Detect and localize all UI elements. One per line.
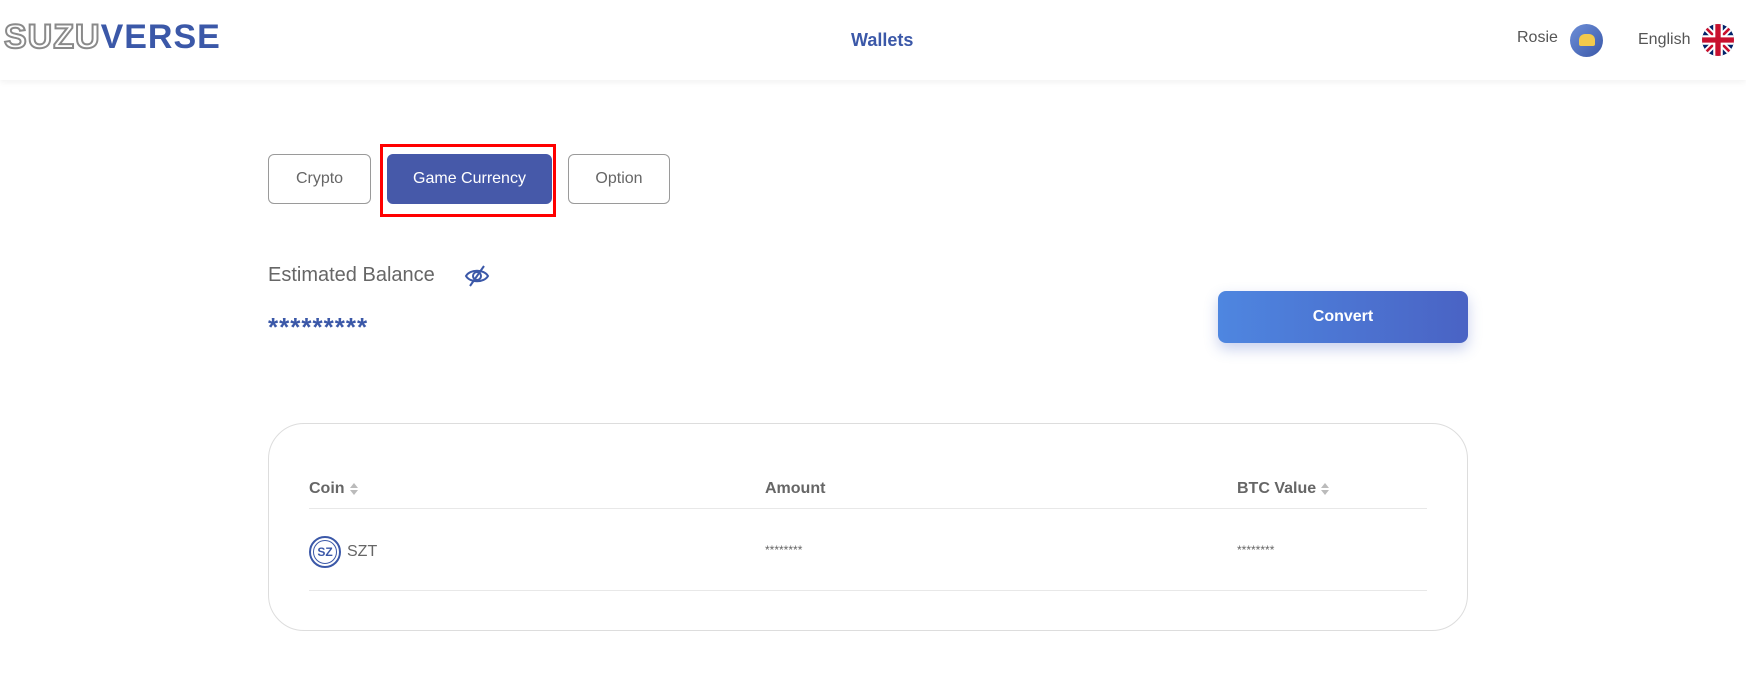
- uk-flag-icon: [1702, 24, 1735, 56]
- logo-text-verse: VERSE: [100, 18, 221, 56]
- sort-icon[interactable]: [1321, 483, 1330, 495]
- sort-icon[interactable]: [349, 483, 358, 495]
- coin-symbol: SZT: [347, 543, 378, 560]
- user-menu[interactable]: Rosie: [1517, 24, 1603, 57]
- header-divider: [309, 508, 1427, 509]
- column-header-amount: Amount: [765, 480, 825, 498]
- column-header-coin[interactable]: Coin: [309, 480, 358, 498]
- column-header-btc-value[interactable]: BTC Value: [1237, 480, 1330, 498]
- btc-value: ********: [1237, 543, 1275, 557]
- amount-value: ********: [765, 543, 803, 557]
- eye-hidden-icon[interactable]: [464, 263, 490, 294]
- selection-highlight: [380, 144, 556, 217]
- coin-header-label: Coin: [309, 480, 345, 497]
- user-name: Rosie: [1517, 28, 1558, 46]
- estimated-balance-value: *********: [268, 312, 369, 342]
- avatar[interactable]: [1569, 24, 1603, 57]
- table-row-coin-cell: SZ SZT: [309, 536, 377, 568]
- tab-option[interactable]: Option: [568, 154, 670, 204]
- estimated-balance-label: Estimated Balance: [268, 264, 435, 286]
- top-header: SUZUVERSE Wallets Rosie English: [0, 0, 1746, 80]
- language-label: English: [1638, 31, 1691, 48]
- convert-button[interactable]: Convert: [1218, 291, 1468, 343]
- btc-value-header-label: BTC Value: [1237, 480, 1317, 497]
- szt-coin-icon: SZ: [309, 536, 341, 568]
- logo-text-suzu: SUZU: [3, 17, 101, 57]
- coin-table: Coin Amount BTC Value SZ SZT ******** **…: [268, 423, 1468, 631]
- language-selector[interactable]: English: [1638, 24, 1735, 56]
- tab-crypto[interactable]: Crypto: [268, 154, 371, 204]
- page-title[interactable]: Wallets: [851, 30, 913, 51]
- amount-header-label: Amount: [765, 480, 826, 497]
- suzuverse-logo[interactable]: SUZUVERSE: [3, 17, 221, 57]
- row-divider: [309, 590, 1427, 591]
